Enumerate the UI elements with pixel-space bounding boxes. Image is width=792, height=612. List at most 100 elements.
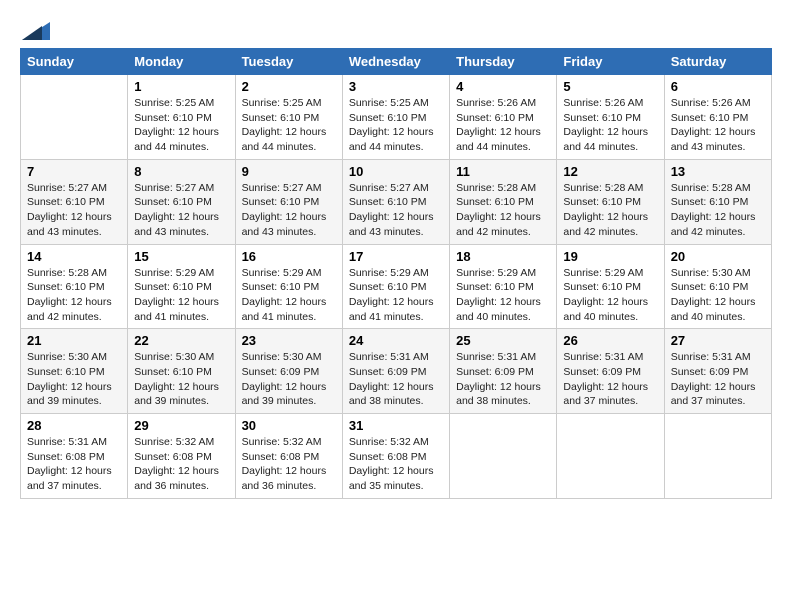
calendar-header-row: SundayMondayTuesdayWednesdayThursdayFrid… bbox=[21, 49, 772, 75]
calendar-cell: 24 Sunrise: 5:31 AM Sunset: 6:09 PM Dayli… bbox=[342, 329, 449, 414]
calendar-table: SundayMondayTuesdayWednesdayThursdayFrid… bbox=[20, 48, 772, 499]
calendar-cell: 27Sunrise: 5:31 AM Sunset: 6:09 PM Dayli… bbox=[664, 329, 771, 414]
header-thursday: Thursday bbox=[450, 49, 557, 75]
day-info: Sunrise: 5:29 AM Sunset: 6:10 PM Dayligh… bbox=[563, 266, 657, 325]
day-info: Sunrise: 5:27 AM Sunset: 6:10 PM Dayligh… bbox=[349, 181, 443, 240]
calendar-cell bbox=[664, 414, 771, 499]
day-info: Sunrise: 5:27 AM Sunset: 6:10 PM Dayligh… bbox=[27, 181, 121, 240]
day-number: 20 bbox=[671, 249, 765, 264]
day-info: Sunrise: 5:26 AM Sunset: 6:10 PM Dayligh… bbox=[563, 96, 657, 155]
day-number: 25 bbox=[456, 333, 550, 348]
header-sunday: Sunday bbox=[21, 49, 128, 75]
logo bbox=[20, 20, 50, 40]
day-info: Sunrise: 5:27 AM Sunset: 6:10 PM Dayligh… bbox=[134, 181, 228, 240]
calendar-cell: 15 Sunrise: 5:29 AM Sunset: 6:10 PM Dayli… bbox=[128, 244, 235, 329]
calendar-cell: 1 Sunrise: 5:25 AM Sunset: 6:10 PM Daylig… bbox=[128, 75, 235, 160]
logo-icon bbox=[22, 22, 50, 40]
day-info: Sunrise: 5:25 AM Sunset: 6:10 PM Dayligh… bbox=[242, 96, 336, 155]
calendar-cell: 19 Sunrise: 5:29 AM Sunset: 6:10 PM Dayli… bbox=[557, 244, 664, 329]
calendar-cell: 28 Sunrise: 5:31 AM Sunset: 6:08 PM Dayli… bbox=[21, 414, 128, 499]
calendar-cell: 20 Sunrise: 5:30 AM Sunset: 6:10 PM Dayli… bbox=[664, 244, 771, 329]
calendar-cell bbox=[557, 414, 664, 499]
header-wednesday: Wednesday bbox=[342, 49, 449, 75]
day-number: 23 bbox=[242, 333, 336, 348]
day-info: Sunrise: 5:25 AM Sunset: 6:10 PM Dayligh… bbox=[349, 96, 443, 155]
day-number: 18 bbox=[456, 249, 550, 264]
day-number: 6 bbox=[671, 79, 765, 94]
day-number: 17 bbox=[349, 249, 443, 264]
calendar-cell: 23 Sunrise: 5:30 AM Sunset: 6:09 PM Dayli… bbox=[235, 329, 342, 414]
day-number: 11 bbox=[456, 164, 550, 179]
calendar-cell: 12 Sunrise: 5:28 AM Sunset: 6:10 PM Dayli… bbox=[557, 159, 664, 244]
day-number: 15 bbox=[134, 249, 228, 264]
day-number: 7 bbox=[27, 164, 121, 179]
calendar-cell: 13 Sunrise: 5:28 AM Sunset: 6:10 PM Dayli… bbox=[664, 159, 771, 244]
day-info: Sunrise: 5:31 AM Sunset: 6:08 PM Dayligh… bbox=[27, 435, 121, 494]
day-number: 24 bbox=[349, 333, 443, 348]
day-info: Sunrise: 5:28 AM Sunset: 6:10 PM Dayligh… bbox=[563, 181, 657, 240]
day-number: 4 bbox=[456, 79, 550, 94]
calendar-cell: 21Sunrise: 5:30 AM Sunset: 6:10 PM Dayli… bbox=[21, 329, 128, 414]
calendar-cell: 9 Sunrise: 5:27 AM Sunset: 6:10 PM Daylig… bbox=[235, 159, 342, 244]
day-number: 14 bbox=[27, 249, 121, 264]
day-number: 3 bbox=[349, 79, 443, 94]
calendar-cell: 10 Sunrise: 5:27 AM Sunset: 6:10 PM Dayli… bbox=[342, 159, 449, 244]
calendar-week-5: 28 Sunrise: 5:31 AM Sunset: 6:08 PM Dayli… bbox=[21, 414, 772, 499]
day-number: 28 bbox=[27, 418, 121, 433]
calendar-cell: 4 Sunrise: 5:26 AM Sunset: 6:10 PM Daylig… bbox=[450, 75, 557, 160]
day-number: 22 bbox=[134, 333, 228, 348]
day-info: Sunrise: 5:25 AM Sunset: 6:10 PM Dayligh… bbox=[134, 96, 228, 155]
calendar-cell: 17 Sunrise: 5:29 AM Sunset: 6:10 PM Dayli… bbox=[342, 244, 449, 329]
header-tuesday: Tuesday bbox=[235, 49, 342, 75]
day-info: Sunrise: 5:27 AM Sunset: 6:10 PM Dayligh… bbox=[242, 181, 336, 240]
header-saturday: Saturday bbox=[664, 49, 771, 75]
calendar-cell bbox=[21, 75, 128, 160]
day-number: 26 bbox=[563, 333, 657, 348]
day-info: Sunrise: 5:26 AM Sunset: 6:10 PM Dayligh… bbox=[456, 96, 550, 155]
day-info: Sunrise: 5:29 AM Sunset: 6:10 PM Dayligh… bbox=[456, 266, 550, 325]
day-info: Sunrise: 5:32 AM Sunset: 6:08 PM Dayligh… bbox=[349, 435, 443, 494]
calendar-week-4: 21Sunrise: 5:30 AM Sunset: 6:10 PM Dayli… bbox=[21, 329, 772, 414]
day-number: 9 bbox=[242, 164, 336, 179]
day-info: Sunrise: 5:31 AM Sunset: 6:09 PM Dayligh… bbox=[563, 350, 657, 409]
day-number: 8 bbox=[134, 164, 228, 179]
calendar-week-2: 7 Sunrise: 5:27 AM Sunset: 6:10 PM Daylig… bbox=[21, 159, 772, 244]
calendar-week-3: 14 Sunrise: 5:28 AM Sunset: 6:10 PM Dayli… bbox=[21, 244, 772, 329]
day-number: 10 bbox=[349, 164, 443, 179]
day-info: Sunrise: 5:28 AM Sunset: 6:10 PM Dayligh… bbox=[671, 181, 765, 240]
calendar-cell: 2 Sunrise: 5:25 AM Sunset: 6:10 PM Daylig… bbox=[235, 75, 342, 160]
day-info: Sunrise: 5:29 AM Sunset: 6:10 PM Dayligh… bbox=[242, 266, 336, 325]
day-info: Sunrise: 5:30 AM Sunset: 6:10 PM Dayligh… bbox=[134, 350, 228, 409]
day-number: 13 bbox=[671, 164, 765, 179]
day-info: Sunrise: 5:28 AM Sunset: 6:10 PM Dayligh… bbox=[27, 266, 121, 325]
day-info: Sunrise: 5:29 AM Sunset: 6:10 PM Dayligh… bbox=[134, 266, 228, 325]
day-info: Sunrise: 5:30 AM Sunset: 6:09 PM Dayligh… bbox=[242, 350, 336, 409]
day-number: 30 bbox=[242, 418, 336, 433]
calendar-week-1: 1 Sunrise: 5:25 AM Sunset: 6:10 PM Daylig… bbox=[21, 75, 772, 160]
day-info: Sunrise: 5:32 AM Sunset: 6:08 PM Dayligh… bbox=[242, 435, 336, 494]
day-info: Sunrise: 5:31 AM Sunset: 6:09 PM Dayligh… bbox=[671, 350, 765, 409]
calendar-cell: 6 Sunrise: 5:26 AM Sunset: 6:10 PM Daylig… bbox=[664, 75, 771, 160]
calendar-cell: 3 Sunrise: 5:25 AM Sunset: 6:10 PM Daylig… bbox=[342, 75, 449, 160]
calendar-cell: 14 Sunrise: 5:28 AM Sunset: 6:10 PM Dayli… bbox=[21, 244, 128, 329]
day-info: Sunrise: 5:28 AM Sunset: 6:10 PM Dayligh… bbox=[456, 181, 550, 240]
day-number: 19 bbox=[563, 249, 657, 264]
header-friday: Friday bbox=[557, 49, 664, 75]
calendar-cell: 18 Sunrise: 5:29 AM Sunset: 6:10 PM Dayli… bbox=[450, 244, 557, 329]
day-info: Sunrise: 5:29 AM Sunset: 6:10 PM Dayligh… bbox=[349, 266, 443, 325]
calendar-cell: 8 Sunrise: 5:27 AM Sunset: 6:10 PM Daylig… bbox=[128, 159, 235, 244]
day-number: 16 bbox=[242, 249, 336, 264]
day-info: Sunrise: 5:32 AM Sunset: 6:08 PM Dayligh… bbox=[134, 435, 228, 494]
day-number: 1 bbox=[134, 79, 228, 94]
day-info: Sunrise: 5:30 AM Sunset: 6:10 PM Dayligh… bbox=[671, 266, 765, 325]
day-number: 31 bbox=[349, 418, 443, 433]
day-number: 29 bbox=[134, 418, 228, 433]
day-number: 5 bbox=[563, 79, 657, 94]
day-info: Sunrise: 5:31 AM Sunset: 6:09 PM Dayligh… bbox=[349, 350, 443, 409]
day-number: 2 bbox=[242, 79, 336, 94]
day-number: 12 bbox=[563, 164, 657, 179]
day-info: Sunrise: 5:26 AM Sunset: 6:10 PM Dayligh… bbox=[671, 96, 765, 155]
calendar-cell: 31 Sunrise: 5:32 AM Sunset: 6:08 PM Dayli… bbox=[342, 414, 449, 499]
day-info: Sunrise: 5:30 AM Sunset: 6:10 PM Dayligh… bbox=[27, 350, 121, 409]
calendar-cell: 25Sunrise: 5:31 AM Sunset: 6:09 PM Dayli… bbox=[450, 329, 557, 414]
